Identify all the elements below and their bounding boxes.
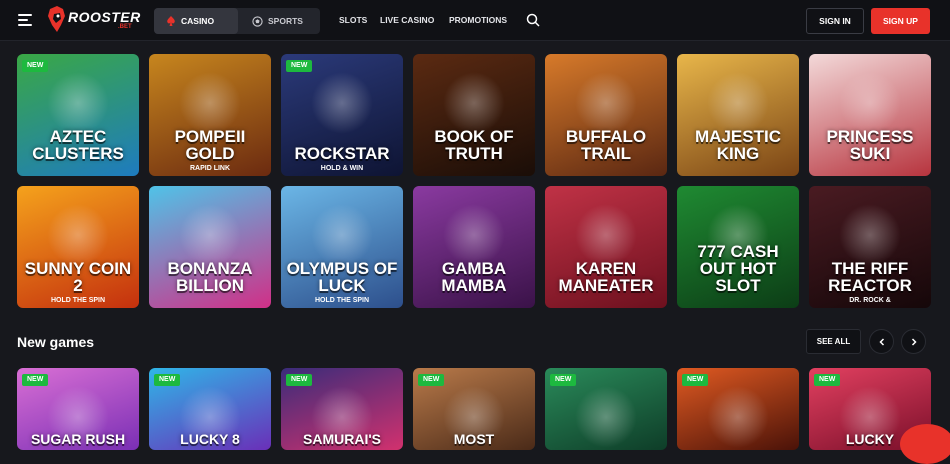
spade-icon (167, 16, 175, 26)
game-tile[interactable]: BONANZA BILLION (149, 186, 271, 308)
game-tile[interactable]: NEW SUGAR RUSH (17, 368, 139, 450)
top-navigation-bar: ROOSTER .BET CASINO SPORTS SLOTS LIVE CA… (0, 0, 950, 41)
hamburger-icon[interactable] (18, 14, 32, 26)
game-artwork (47, 72, 109, 134)
game-artwork (839, 72, 901, 134)
game-subtitle: HOLD THE SPIN (50, 297, 106, 304)
game-artwork (311, 204, 373, 266)
new-badge: NEW (550, 374, 577, 386)
game-title: PRINCESS SUKI (826, 127, 914, 163)
sign-in-button[interactable]: SIGN IN (806, 8, 864, 34)
game-tile[interactable]: SUNNY COIN 2 HOLD THE SPIN (17, 186, 139, 308)
game-subtitle: HOLD THE SPIN (314, 297, 370, 304)
game-title: ROCKSTAR (294, 144, 390, 163)
game-tile[interactable]: BUFFALO TRAIL (545, 54, 667, 176)
game-title: OLYMPUS OF LUCK (286, 259, 398, 295)
game-title: KAREN MANEATER (558, 259, 654, 295)
game-tile[interactable]: NEW ROCKSTAR HOLD & WIN (281, 54, 403, 176)
game-tile[interactable]: NEW MOST (413, 368, 535, 450)
game-subtitle: DR. ROCK & (849, 297, 891, 304)
brand-suffix: .BET (118, 24, 132, 30)
new-badge: NEW (418, 374, 445, 386)
game-subtitle: RAPID LINK (189, 165, 231, 172)
game-artwork (707, 72, 769, 134)
game-tile[interactable]: NEW SAMURAI'S (281, 368, 403, 450)
nav-live-casino[interactable]: LIVE CASINO (380, 15, 434, 25)
brand-name: ROOSTER (68, 9, 141, 25)
game-title: BOOK OF TRUTH (434, 127, 514, 163)
game-tile[interactable]: NEW LUCKY 8 (149, 368, 271, 450)
game-tile[interactable]: NEW AZTEC CLUSTERS (17, 54, 139, 176)
new-badge: NEW (22, 374, 49, 386)
section-title-new-games: New games (17, 334, 95, 350)
chevron-right-icon (911, 337, 917, 346)
game-tile[interactable]: POMPEII GOLD RAPID LINK (149, 54, 271, 176)
chevron-left-icon (878, 337, 884, 346)
game-subtitle: HOLD & WIN (320, 165, 364, 172)
rooster-logo-icon (48, 6, 65, 32)
game-title: SUGAR RUSH (30, 431, 126, 447)
game-tile[interactable]: 777 CASH OUT HOT SLOT (677, 186, 799, 308)
game-tile[interactable]: KAREN MANEATER (545, 186, 667, 308)
game-artwork (443, 204, 505, 266)
game-artwork (179, 204, 241, 266)
sign-up-button[interactable]: SIGN UP (871, 8, 930, 34)
chat-bubble-icon[interactable] (900, 424, 950, 464)
game-title: SAMURAI'S (303, 431, 381, 447)
new-badge: NEW (154, 374, 181, 386)
game-artwork (575, 386, 637, 448)
game-artwork (179, 72, 241, 134)
tab-sports[interactable]: SPORTS (240, 8, 320, 34)
game-tile[interactable]: OLYMPUS OF LUCK HOLD THE SPIN (281, 186, 403, 308)
new-badge: NEW (682, 374, 709, 386)
carousel-prev-button[interactable] (869, 329, 894, 354)
game-tile[interactable]: GAMBA MAMBA (413, 186, 535, 308)
game-title: THE RIFF REACTOR (828, 259, 912, 295)
game-artwork (839, 204, 901, 266)
game-artwork (707, 386, 769, 448)
game-title: BONANZA BILLION (167, 259, 253, 295)
new-badge: NEW (286, 374, 313, 386)
see-all-button[interactable]: SEE ALL (806, 329, 861, 354)
game-tile[interactable]: NEW (545, 368, 667, 450)
game-artwork (47, 204, 109, 266)
game-title: MOST (453, 431, 495, 447)
game-tile[interactable]: PRINCESS SUKI (809, 54, 931, 176)
game-title: MAJESTIC KING (695, 127, 781, 163)
product-switcher: CASINO SPORTS (154, 8, 320, 34)
game-title: 777 CASH OUT HOT SLOT (697, 242, 779, 295)
game-tile[interactable]: BOOK OF TRUTH (413, 54, 535, 176)
game-title: BUFFALO TRAIL (565, 127, 647, 163)
game-title: POMPEII GOLD (174, 127, 246, 163)
game-title: LUCKY 8 (180, 431, 240, 447)
tab-sports-label: SPORTS (268, 16, 303, 26)
game-tile[interactable]: NEW (677, 368, 799, 450)
game-title: AZTEC CLUSTERS (32, 127, 124, 163)
game-artwork (443, 72, 505, 134)
game-artwork (311, 72, 373, 134)
new-badge: NEW (286, 60, 313, 72)
carousel-next-button[interactable] (901, 329, 926, 354)
game-artwork (575, 72, 637, 134)
search-icon[interactable] (526, 13, 540, 27)
soccer-ball-icon (252, 15, 263, 27)
game-artwork (575, 204, 637, 266)
game-title: GAMBA MAMBA (441, 259, 507, 295)
game-tile[interactable]: MAJESTIC KING (677, 54, 799, 176)
tab-casino[interactable]: CASINO (154, 8, 238, 34)
nav-promotions[interactable]: PROMOTIONS (449, 15, 507, 25)
game-title: SUNNY COIN 2 (24, 259, 132, 295)
game-tile[interactable]: THE RIFF REACTOR DR. ROCK & (809, 186, 931, 308)
new-badge: NEW (814, 374, 841, 386)
new-badge: NEW (22, 60, 49, 72)
nav-slots[interactable]: SLOTS (339, 15, 367, 25)
brand-logo[interactable]: ROOSTER .BET (46, 5, 141, 35)
tab-casino-label: CASINO (181, 16, 215, 26)
